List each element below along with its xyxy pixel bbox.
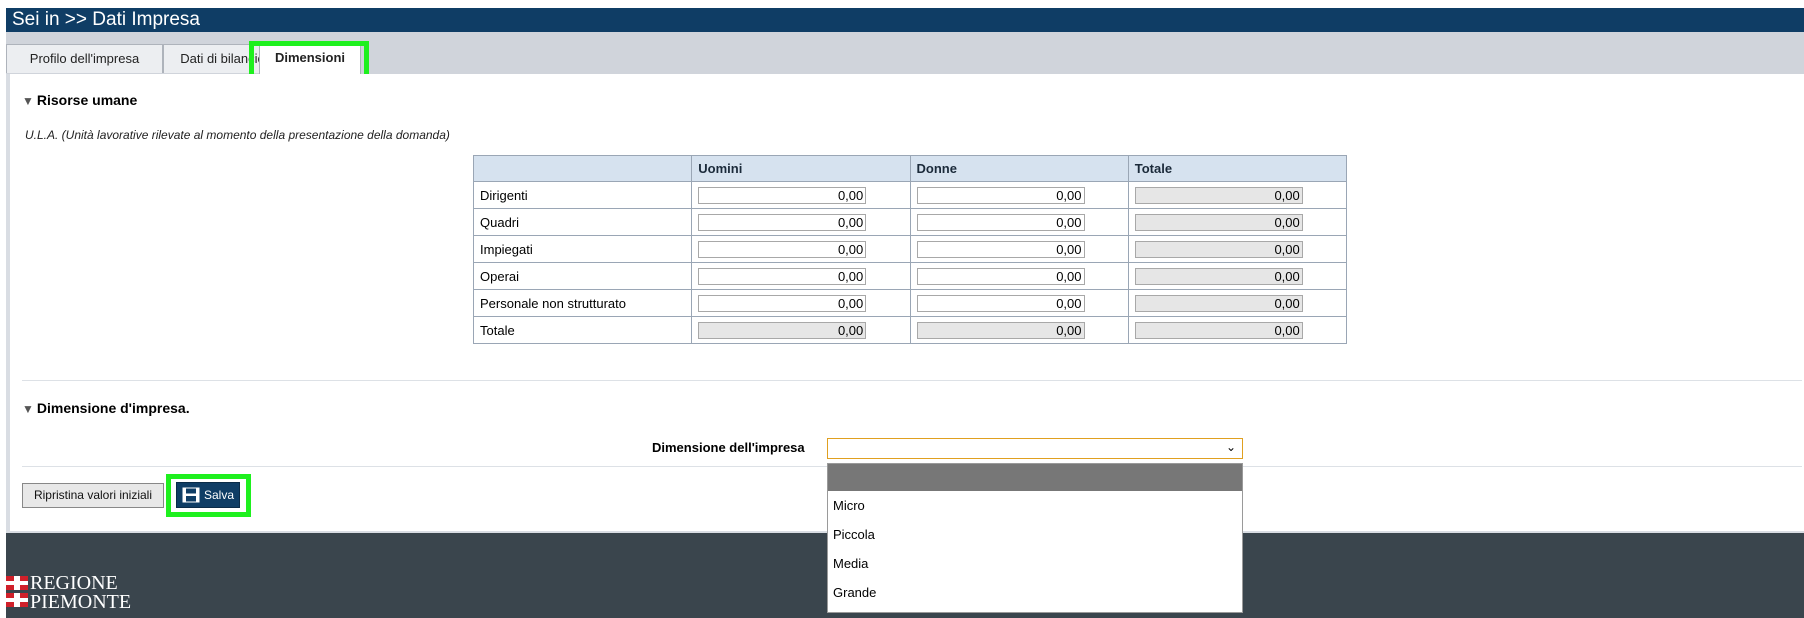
tab-profilo-impresa[interactable]: Profilo dell'impresa [6, 44, 163, 73]
row-label-totale: Totale [472, 316, 693, 344]
triangle-down-icon: ▼ [22, 402, 34, 416]
section-dimensione-impresa[interactable]: ▼ Dimensione d'impresa. [22, 400, 190, 416]
totale-totale-field [1134, 321, 1303, 339]
dirigenti-donne-input[interactable] [916, 186, 1085, 204]
dropdown-option-piccola[interactable]: Piccola [828, 520, 1242, 549]
operai-totale-field [1134, 267, 1303, 285]
divider [22, 380, 1802, 381]
dirigenti-uomini-input[interactable] [698, 186, 867, 204]
logo-line-1: REGIONE [30, 572, 118, 594]
page-header: Sei in >> Dati Impresa [6, 8, 1804, 32]
dropdown-option-micro[interactable]: Micro [828, 491, 1242, 520]
dimensione-impresa-label: Dimensione dell'impresa [652, 440, 805, 455]
table-row: Personale non strutturato [472, 289, 1348, 317]
section-dimensione-title: Dimensione d'impresa. [36, 400, 190, 416]
column-header-uomini: Uomini [691, 155, 911, 182]
triangle-down-icon: ▼ [22, 94, 34, 108]
personale-totale-field [1134, 294, 1303, 312]
operai-uomini-input[interactable] [698, 267, 867, 285]
floppy-disk-icon [182, 487, 200, 503]
row-label-personale-non-strutturato: Personale non strutturato [472, 289, 693, 317]
column-header-donne: Donne [909, 155, 1129, 182]
save-button[interactable]: Salva [176, 482, 240, 508]
dimensione-dropdown-list: Micro Piccola Media Grande [827, 463, 1243, 613]
logo-line-2: PIEMONTE [30, 591, 132, 613]
personale-donne-input[interactable] [916, 294, 1085, 312]
table-row: Operai [472, 262, 1348, 290]
personale-uomini-input[interactable] [698, 294, 867, 312]
totale-uomini-field [698, 321, 867, 339]
chevron-down-icon: ⌄ [1225, 440, 1236, 454]
impiegati-totale-field [1134, 240, 1303, 258]
table-row: Quadri [472, 208, 1348, 236]
operai-donne-input[interactable] [916, 267, 1085, 285]
impiegati-donne-input[interactable] [916, 240, 1085, 258]
ula-table: Uomini Donne Totale Dirigenti Quadri Imp… [472, 155, 1348, 344]
table-row: Impiegati [472, 235, 1348, 263]
regione-piemonte-logo: REGIONE PIEMONTE [6, 570, 146, 618]
regione-logo-icon [6, 576, 28, 607]
row-label-operai: Operai [472, 262, 693, 290]
table-header-row: Uomini Donne Totale [472, 155, 1348, 182]
row-label-impiegati: Impiegati [472, 235, 693, 263]
dropdown-option-grande[interactable]: Grande [828, 578, 1242, 607]
impiegati-uomini-input[interactable] [698, 240, 867, 258]
dropdown-option-empty[interactable] [828, 464, 1242, 491]
quadri-donne-input[interactable] [916, 213, 1085, 231]
totale-donne-field [916, 321, 1085, 339]
table-row: Totale [472, 316, 1348, 344]
ripristina-valori-button[interactable]: Ripristina valori iniziali [22, 483, 164, 508]
row-label-dirigenti: Dirigenti [472, 181, 693, 209]
dropdown-option-media[interactable]: Media [828, 549, 1242, 578]
dirigenti-totale-field [1134, 186, 1303, 204]
row-label-quadri: Quadri [472, 208, 693, 236]
section-risorse-umane[interactable]: ▼ Risorse umane [22, 92, 137, 108]
section-risorse-umane-title: Risorse umane [36, 92, 138, 108]
ula-subtitle: U.L.A. (Unità lavorative rilevate al mom… [25, 128, 450, 142]
quadri-uomini-input[interactable] [698, 213, 867, 231]
column-header-empty [472, 155, 693, 182]
column-header-totale: Totale [1127, 155, 1348, 182]
save-button-label: Salva [204, 488, 235, 502]
quadri-totale-field [1134, 213, 1303, 231]
top-strip [0, 0, 1804, 8]
dimensione-impresa-select[interactable]: ⌄ [827, 438, 1243, 459]
table-row: Dirigenti [472, 181, 1348, 209]
